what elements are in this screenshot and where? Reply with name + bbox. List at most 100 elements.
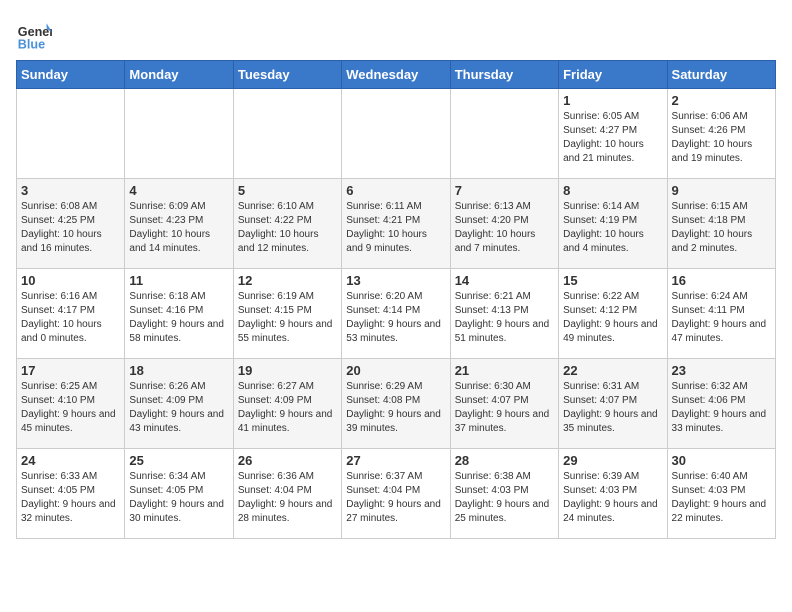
day-number: 28 [455, 453, 554, 468]
day-info: Sunrise: 6:27 AM Sunset: 4:09 PM Dayligh… [238, 380, 337, 436]
calendar-cell: 29 Sunrise: 6:39 AM Sunset: 4:03 PM Dayli… [559, 449, 667, 539]
day-number: 7 [455, 183, 554, 198]
day-number: 14 [455, 273, 554, 288]
calendar-week-row: 1 Sunrise: 6:05 AM Sunset: 4:27 PM Daylig… [17, 89, 776, 179]
calendar: SundayMondayTuesdayWednesdayThursdayFrid… [16, 60, 776, 539]
calendar-cell: 7 Sunrise: 6:13 AM Sunset: 4:20 PM Daylig… [450, 179, 558, 269]
day-number: 26 [238, 453, 337, 468]
calendar-cell: 25Sunrise: 6:34 AM Sunset: 4:05 PM Dayli… [125, 449, 233, 539]
calendar-header-sunday: Sunday [17, 61, 125, 89]
calendar-week-row: 3 Sunrise: 6:08 AM Sunset: 4:25 PM Daylig… [17, 179, 776, 269]
day-number: 18 [129, 363, 228, 378]
day-info: Sunrise: 6:32 AM Sunset: 4:06 PM Dayligh… [672, 380, 771, 436]
day-info: Sunrise: 6:11 AM Sunset: 4:21 PM Dayligh… [346, 200, 445, 256]
calendar-cell: 10Sunrise: 6:16 AM Sunset: 4:17 PM Dayli… [17, 269, 125, 359]
calendar-cell: 17 Sunrise: 6:25 AM Sunset: 4:10 PM Dayli… [17, 359, 125, 449]
calendar-cell: 19 Sunrise: 6:27 AM Sunset: 4:09 PM Dayli… [233, 359, 341, 449]
calendar-cell: 15 Sunrise: 6:22 AM Sunset: 4:12 PM Dayli… [559, 269, 667, 359]
day-number: 29 [563, 453, 662, 468]
day-number: 17 [21, 363, 120, 378]
calendar-header-monday: Monday [125, 61, 233, 89]
calendar-cell: 4 Sunrise: 6:09 AM Sunset: 4:23 PM Daylig… [125, 179, 233, 269]
day-number: 21 [455, 363, 554, 378]
day-info: Sunrise: 6:10 AM Sunset: 4:22 PM Dayligh… [238, 200, 337, 256]
calendar-cell: 2Sunrise: 6:06 AM Sunset: 4:26 PM Daylig… [667, 89, 775, 179]
day-number: 22 [563, 363, 662, 378]
calendar-header-saturday: Saturday [667, 61, 775, 89]
day-info: Sunrise: 6:38 AM Sunset: 4:03 PM Dayligh… [455, 470, 554, 526]
day-info: Sunrise: 6:34 AM Sunset: 4:05 PM Dayligh… [129, 470, 228, 526]
day-info: Sunrise: 6:20 AM Sunset: 4:14 PM Dayligh… [346, 290, 445, 346]
day-info: Sunrise: 6:24 AM Sunset: 4:11 PM Dayligh… [672, 290, 771, 346]
calendar-week-row: 24 Sunrise: 6:33 AM Sunset: 4:05 PM Dayli… [17, 449, 776, 539]
day-info: Sunrise: 6:15 AM Sunset: 4:18 PM Dayligh… [672, 200, 771, 256]
calendar-header-row: SundayMondayTuesdayWednesdayThursdayFrid… [17, 61, 776, 89]
svg-text:Blue: Blue [18, 37, 45, 51]
calendar-header-tuesday: Tuesday [233, 61, 341, 89]
logo-icon: General Blue [16, 16, 52, 52]
day-number: 6 [346, 183, 445, 198]
day-number: 4 [129, 183, 228, 198]
calendar-cell [17, 89, 125, 179]
day-number: 10 [21, 273, 120, 288]
calendar-header-thursday: Thursday [450, 61, 558, 89]
day-number: 1 [563, 93, 662, 108]
day-number: 2 [672, 93, 771, 108]
day-number: 12 [238, 273, 337, 288]
calendar-cell: 6 Sunrise: 6:11 AM Sunset: 4:21 PM Daylig… [342, 179, 450, 269]
calendar-cell: 8Sunrise: 6:14 AM Sunset: 4:19 PM Daylig… [559, 179, 667, 269]
day-info: Sunrise: 6:37 AM Sunset: 4:04 PM Dayligh… [346, 470, 445, 526]
day-number: 27 [346, 453, 445, 468]
calendar-cell: 22 Sunrise: 6:31 AM Sunset: 4:07 PM Dayli… [559, 359, 667, 449]
header: General Blue [16, 16, 776, 52]
day-number: 3 [21, 183, 120, 198]
day-info: Sunrise: 6:33 AM Sunset: 4:05 PM Dayligh… [21, 470, 120, 526]
calendar-cell: 30 Sunrise: 6:40 AM Sunset: 4:03 PM Dayli… [667, 449, 775, 539]
calendar-cell [342, 89, 450, 179]
day-number: 11 [129, 273, 228, 288]
day-number: 19 [238, 363, 337, 378]
calendar-cell: 13Sunrise: 6:20 AM Sunset: 4:14 PM Dayli… [342, 269, 450, 359]
calendar-cell: 3 Sunrise: 6:08 AM Sunset: 4:25 PM Daylig… [17, 179, 125, 269]
calendar-cell: 1 Sunrise: 6:05 AM Sunset: 4:27 PM Daylig… [559, 89, 667, 179]
day-info: Sunrise: 6:14 AM Sunset: 4:19 PM Dayligh… [563, 200, 662, 256]
day-info: Sunrise: 6:25 AM Sunset: 4:10 PM Dayligh… [21, 380, 120, 436]
calendar-cell: 23 Sunrise: 6:32 AM Sunset: 4:06 PM Dayli… [667, 359, 775, 449]
calendar-cell: 12Sunrise: 6:19 AM Sunset: 4:15 PM Dayli… [233, 269, 341, 359]
calendar-cell [233, 89, 341, 179]
day-number: 24 [21, 453, 120, 468]
logo: General Blue [16, 16, 52, 52]
day-info: Sunrise: 6:29 AM Sunset: 4:08 PM Dayligh… [346, 380, 445, 436]
calendar-week-row: 10Sunrise: 6:16 AM Sunset: 4:17 PM Dayli… [17, 269, 776, 359]
day-number: 20 [346, 363, 445, 378]
day-info: Sunrise: 6:21 AM Sunset: 4:13 PM Dayligh… [455, 290, 554, 346]
day-info: Sunrise: 6:13 AM Sunset: 4:20 PM Dayligh… [455, 200, 554, 256]
calendar-week-row: 17 Sunrise: 6:25 AM Sunset: 4:10 PM Dayli… [17, 359, 776, 449]
day-info: Sunrise: 6:09 AM Sunset: 4:23 PM Dayligh… [129, 200, 228, 256]
calendar-cell: 26 Sunrise: 6:36 AM Sunset: 4:04 PM Dayli… [233, 449, 341, 539]
calendar-cell: 20 Sunrise: 6:29 AM Sunset: 4:08 PM Dayli… [342, 359, 450, 449]
calendar-header-friday: Friday [559, 61, 667, 89]
day-number: 30 [672, 453, 771, 468]
day-number: 16 [672, 273, 771, 288]
calendar-cell: 16 Sunrise: 6:24 AM Sunset: 4:11 PM Dayli… [667, 269, 775, 359]
day-number: 15 [563, 273, 662, 288]
day-info: Sunrise: 6:26 AM Sunset: 4:09 PM Dayligh… [129, 380, 228, 436]
day-info: Sunrise: 6:36 AM Sunset: 4:04 PM Dayligh… [238, 470, 337, 526]
day-info: Sunrise: 6:08 AM Sunset: 4:25 PM Dayligh… [21, 200, 120, 256]
day-info: Sunrise: 6:18 AM Sunset: 4:16 PM Dayligh… [129, 290, 228, 346]
day-info: Sunrise: 6:30 AM Sunset: 4:07 PM Dayligh… [455, 380, 554, 436]
day-info: Sunrise: 6:40 AM Sunset: 4:03 PM Dayligh… [672, 470, 771, 526]
calendar-cell: 5 Sunrise: 6:10 AM Sunset: 4:22 PM Daylig… [233, 179, 341, 269]
day-number: 5 [238, 183, 337, 198]
day-info: Sunrise: 6:39 AM Sunset: 4:03 PM Dayligh… [563, 470, 662, 526]
calendar-cell: 9Sunrise: 6:15 AM Sunset: 4:18 PM Daylig… [667, 179, 775, 269]
day-info: Sunrise: 6:22 AM Sunset: 4:12 PM Dayligh… [563, 290, 662, 346]
calendar-cell: 27 Sunrise: 6:37 AM Sunset: 4:04 PM Dayli… [342, 449, 450, 539]
calendar-cell: 18 Sunrise: 6:26 AM Sunset: 4:09 PM Dayli… [125, 359, 233, 449]
day-number: 23 [672, 363, 771, 378]
calendar-header-wednesday: Wednesday [342, 61, 450, 89]
calendar-cell: 14 Sunrise: 6:21 AM Sunset: 4:13 PM Dayli… [450, 269, 558, 359]
day-info: Sunrise: 6:31 AM Sunset: 4:07 PM Dayligh… [563, 380, 662, 436]
day-info: Sunrise: 6:05 AM Sunset: 4:27 PM Dayligh… [563, 110, 662, 166]
